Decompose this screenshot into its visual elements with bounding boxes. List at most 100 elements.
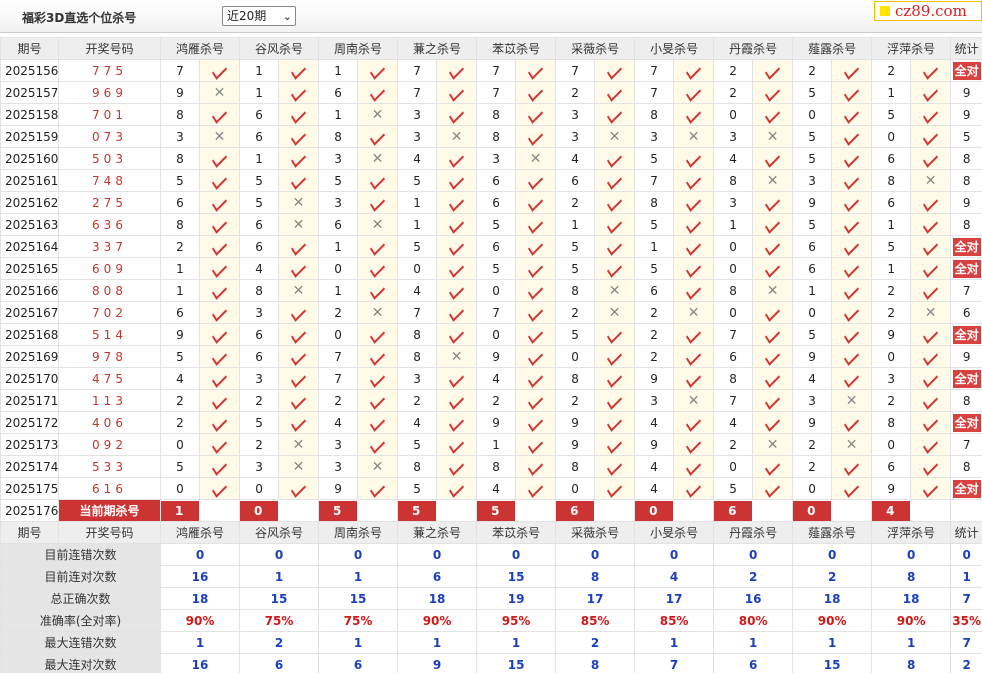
result-mark <box>752 301 794 324</box>
summary-value: 95% <box>476 609 557 632</box>
check-icon <box>211 105 228 124</box>
stat-cell: 全对 <box>950 323 982 346</box>
result-mark <box>198 235 241 258</box>
check-icon <box>923 457 939 476</box>
header-row: 期号 开奖号码 鸿雁杀号 谷风杀号 周南杀号 蒹之杀号 苯苡杀号 采薇杀号 小旻杀号 丹霞杀号 薤露… <box>0 37 982 60</box>
kill-number: 5 <box>476 213 517 236</box>
kill-number: 4 <box>160 367 200 390</box>
kill-number: 3 <box>397 103 438 126</box>
result-mark <box>594 477 636 500</box>
result-mark: ✕ <box>594 125 636 148</box>
summary-row: 目前连对次数 16 1 1 6 15 8 4 2 2 8 1 <box>0 565 982 588</box>
kill-number: 4 <box>397 411 438 434</box>
check-icon <box>923 369 939 388</box>
result-mark <box>594 235 636 258</box>
result-mark <box>198 257 241 280</box>
kill-number: 2 <box>634 323 675 346</box>
check-icon <box>370 413 386 432</box>
period-select[interactable]: 近20期 ⌄ <box>222 6 296 26</box>
issue-number: 2025158 <box>0 103 59 126</box>
draw-number: 748 <box>58 169 161 192</box>
result-mark <box>594 345 636 368</box>
kill-number: 5 <box>160 455 200 478</box>
draw-number: 969 <box>58 81 161 104</box>
stat-cell: 8 <box>950 389 982 412</box>
issue-number: 2025166 <box>0 279 59 302</box>
result-mark: ✕ <box>278 213 320 236</box>
check-icon <box>607 193 623 212</box>
result-mark <box>910 389 952 412</box>
check-icon <box>290 347 307 366</box>
header-row: 期号 开奖号码 鸿雁杀号 谷风杀号 周南杀号 蒹之杀号 苯苡杀号 采薇杀号 小旻杀号 丹霞杀号 薤露… <box>0 521 982 544</box>
result-mark <box>436 279 478 302</box>
kill-number: 5 <box>555 257 596 280</box>
kill-number: 2 <box>871 279 912 302</box>
check-icon <box>844 479 860 498</box>
result-mark <box>436 191 478 214</box>
kill-number: 0 <box>555 477 596 500</box>
check-icon <box>449 479 465 498</box>
kill-number: 6 <box>871 455 912 478</box>
kill-number: 8 <box>160 147 200 170</box>
column-header: 苯苡杀号 <box>476 37 557 60</box>
kill-number: 3 <box>239 367 280 390</box>
kill-number: 7 <box>318 345 359 368</box>
check-icon <box>449 61 465 80</box>
summary-value: 0 <box>792 543 873 566</box>
column-header: 鸿雁杀号 <box>159 521 241 544</box>
kill-number-table: 期号 开奖号码 鸿雁杀号 谷风杀号 周南杀号 蒹之杀号 苯苡杀号 采薇杀号 小旻杀号 丹霞杀号 薤露… <box>0 37 982 673</box>
check-icon <box>844 127 860 146</box>
result-mark <box>752 345 794 368</box>
check-icon <box>290 83 307 102</box>
kill-number: 4 <box>239 257 280 280</box>
check-icon <box>765 325 781 344</box>
kill-number: 9 <box>871 323 912 346</box>
kill-number: 8 <box>555 367 596 390</box>
kill-number: 6 <box>318 213 359 236</box>
kill-number: 0 <box>871 125 912 148</box>
result-mark: ✕ <box>278 455 320 478</box>
kill-number: 9 <box>318 477 359 500</box>
column-header: 开奖号码 <box>58 37 161 60</box>
kill-number: 3 <box>397 367 438 390</box>
result-mark <box>278 235 320 258</box>
result-mark <box>673 103 715 126</box>
kill-number: 3 <box>555 103 596 126</box>
kill-number: 5 <box>397 477 438 500</box>
kill-number: 5 <box>160 169 200 192</box>
all-correct-badge: 全对 <box>952 259 981 278</box>
kill-number: 7 <box>318 367 359 390</box>
result-mark <box>831 301 873 324</box>
result-mark: ✕ <box>752 125 794 148</box>
result-mark <box>198 213 241 236</box>
result-mark <box>673 147 715 170</box>
check-icon <box>290 259 307 278</box>
check-icon <box>211 369 228 388</box>
check-icon <box>290 325 307 344</box>
cross-icon: ✕ <box>292 282 305 299</box>
kill-number: 0 <box>792 103 833 126</box>
kill-number: 5 <box>713 477 754 500</box>
check-icon <box>765 457 781 476</box>
result-mark: ✕ <box>278 433 320 456</box>
kill-number: 4 <box>792 367 833 390</box>
summary-value: 8 <box>871 565 952 588</box>
kill-number: 8 <box>871 411 912 434</box>
all-correct-badge: 全对 <box>952 325 981 344</box>
result-mark <box>198 279 241 302</box>
result-mark <box>594 213 636 236</box>
check-icon <box>844 457 860 476</box>
site-logo[interactable]: cz89.com <box>874 1 982 21</box>
current-kill-value: 1 <box>161 500 199 521</box>
result-mark <box>594 367 636 390</box>
result-mark <box>278 169 320 192</box>
check-icon <box>765 193 781 212</box>
kill-number: 3 <box>713 125 754 148</box>
summary-value: 6 <box>318 653 399 673</box>
kill-number: 9 <box>792 411 833 434</box>
kill-number: 5 <box>397 433 438 456</box>
check-icon <box>449 391 465 410</box>
result-mark <box>515 213 557 236</box>
kill-number: 2 <box>792 59 833 82</box>
check-icon <box>844 281 860 300</box>
